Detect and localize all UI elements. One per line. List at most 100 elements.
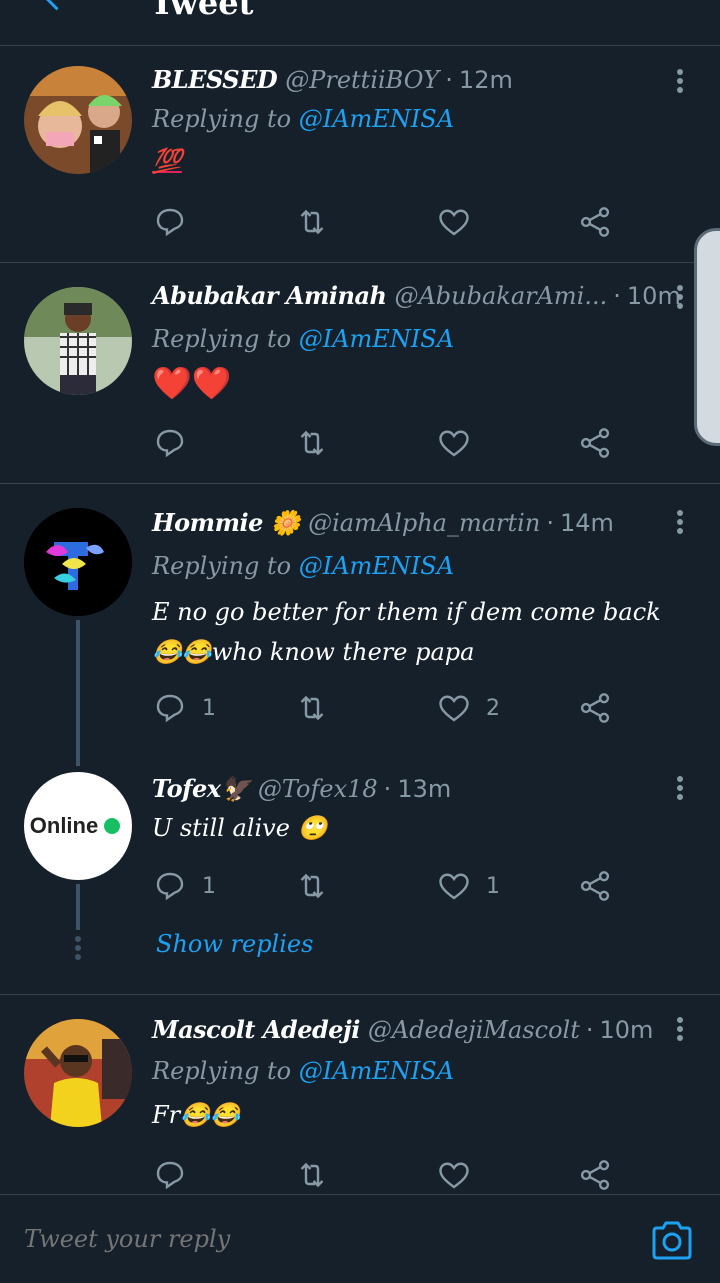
replying-to: Replying to @IAmENISA xyxy=(152,105,454,133)
reply-icon xyxy=(156,1161,184,1190)
page-title: Tweet xyxy=(150,0,254,22)
retweet-button[interactable] xyxy=(294,202,330,242)
separator: · xyxy=(383,775,392,803)
share-icon xyxy=(580,1160,610,1190)
online-status-dot xyxy=(104,818,121,834)
more-icon[interactable] xyxy=(672,508,688,538)
retweet-button[interactable] xyxy=(294,688,330,728)
avatar[interactable] xyxy=(24,287,132,395)
like-button[interactable] xyxy=(436,1155,486,1195)
author-handle[interactable]: @AbubakarAmi... xyxy=(394,282,607,310)
tweet-card[interactable]: Hommie 🌼 @iamAlpha_martin · 14m Replying… xyxy=(0,484,720,754)
hundred-emoji: 💯 xyxy=(152,146,182,175)
scrollbar-thumb[interactable] xyxy=(694,228,720,446)
like-icon xyxy=(439,1162,469,1189)
timestamp: 10m xyxy=(599,1016,654,1044)
share-button[interactable] xyxy=(577,1155,613,1195)
more-icon[interactable] xyxy=(672,774,688,804)
timestamp: 13m xyxy=(397,775,452,803)
share-button[interactable] xyxy=(577,423,613,463)
reply-button[interactable] xyxy=(152,423,202,463)
like-count: 2 xyxy=(486,695,500,721)
top-bar: Tweet xyxy=(0,0,720,46)
replying-to: Replying to @IAmENISA xyxy=(152,325,454,353)
like-button[interactable]: 1 xyxy=(436,866,500,906)
share-button[interactable] xyxy=(577,866,613,906)
author-handle[interactable]: @iamAlpha_martin xyxy=(308,509,540,537)
retweet-icon xyxy=(300,430,324,456)
tweet-card[interactable]: Online Tofex🦅 @Tofex18 · 13m U still ali… xyxy=(0,754,720,904)
retweet-icon xyxy=(300,209,324,235)
avatar[interactable] xyxy=(24,66,132,174)
like-button[interactable] xyxy=(436,202,486,242)
author-name[interactable]: Mascolt Adedeji xyxy=(152,1015,360,1044)
replying-to-label: Replying to xyxy=(152,325,292,353)
reply-button[interactable] xyxy=(152,202,202,242)
avatar[interactable] xyxy=(24,1019,132,1127)
mention-link[interactable]: @IAmENISA xyxy=(299,552,454,580)
mention-link[interactable]: @IAmENISA xyxy=(299,325,454,353)
timestamp: 12m xyxy=(458,66,513,94)
author-name[interactable]: Hommie 🌼 xyxy=(152,508,301,537)
mention-link[interactable]: @IAmENISA xyxy=(299,105,454,133)
tweet-text: Fr😂😂 xyxy=(152,1101,240,1129)
tweet-text: E no go better for them if dem come back… xyxy=(152,598,661,666)
thread-dots xyxy=(74,936,82,963)
tweet-card[interactable]: Abubakar Aminah @AbubakarAmi... · 10m Re… xyxy=(0,263,720,483)
retweet-icon xyxy=(300,1162,324,1188)
replying-to-label: Replying to xyxy=(152,1057,292,1085)
replying-to: Replying to @IAmENISA xyxy=(152,552,454,580)
author-name[interactable]: Tofex🦅 xyxy=(152,774,250,803)
replying-to-label: Replying to xyxy=(152,552,292,580)
like-count: 1 xyxy=(486,873,500,899)
reply-count: 1 xyxy=(202,695,216,721)
reply-icon xyxy=(156,429,184,458)
retweet-button[interactable] xyxy=(294,866,330,906)
show-replies-link[interactable]: Show replies xyxy=(156,930,313,958)
tweet-card[interactable]: BLESSED @PrettiiBOY · 12m Replying to @I… xyxy=(0,47,720,262)
reply-button[interactable]: 1 xyxy=(152,688,216,728)
reply-button[interactable] xyxy=(152,1155,202,1195)
reply-input[interactable] xyxy=(24,1225,584,1253)
like-button[interactable] xyxy=(436,423,486,463)
action-bar: 1 1 xyxy=(152,866,632,906)
tweet-card[interactable]: Mascolt Adedeji @AdedejiMascolt · 10m Re… xyxy=(0,995,720,1194)
action-bar xyxy=(152,202,632,242)
retweet-button[interactable] xyxy=(294,423,330,463)
reply-button[interactable]: 1 xyxy=(152,866,216,906)
avatar[interactable] xyxy=(24,508,132,616)
share-button[interactable] xyxy=(577,688,613,728)
back-arrow-icon[interactable] xyxy=(40,0,68,14)
reply-count: 1 xyxy=(202,873,216,899)
retweet-icon xyxy=(300,695,324,721)
separator: · xyxy=(585,1016,594,1044)
avatar[interactable]: Online xyxy=(24,772,132,880)
replying-to-label: Replying to xyxy=(152,105,292,133)
replying-to: Replying to @IAmENISA xyxy=(152,1057,454,1085)
author-name[interactable]: BLESSED xyxy=(152,65,278,94)
author-name[interactable]: Abubakar Aminah xyxy=(152,281,387,310)
camera-icon[interactable] xyxy=(650,1221,694,1261)
tweet-text: ❤️❤️ xyxy=(152,363,692,406)
share-icon xyxy=(580,871,610,901)
author-handle[interactable]: @AdedejiMascolt xyxy=(368,1016,580,1044)
share-icon xyxy=(580,428,610,458)
like-button[interactable]: 2 xyxy=(436,688,500,728)
reply-icon xyxy=(156,694,184,723)
tweet-text: 💯 xyxy=(152,141,692,181)
action-bar xyxy=(152,423,632,463)
like-icon xyxy=(439,430,469,457)
like-icon xyxy=(439,695,469,722)
like-icon xyxy=(439,873,469,900)
more-icon[interactable] xyxy=(672,67,688,97)
mention-link[interactable]: @IAmENISA xyxy=(299,1057,454,1085)
author-handle[interactable]: @PrettiiBOY xyxy=(285,66,439,94)
share-button[interactable] xyxy=(577,202,613,242)
separator: · xyxy=(546,509,554,537)
retweet-button[interactable] xyxy=(294,1155,330,1195)
author-handle[interactable]: @Tofex18 xyxy=(258,775,378,803)
more-icon[interactable] xyxy=(672,1015,688,1045)
retweet-icon xyxy=(300,873,324,899)
action-bar xyxy=(152,1155,632,1195)
more-icon[interactable] xyxy=(672,283,688,313)
